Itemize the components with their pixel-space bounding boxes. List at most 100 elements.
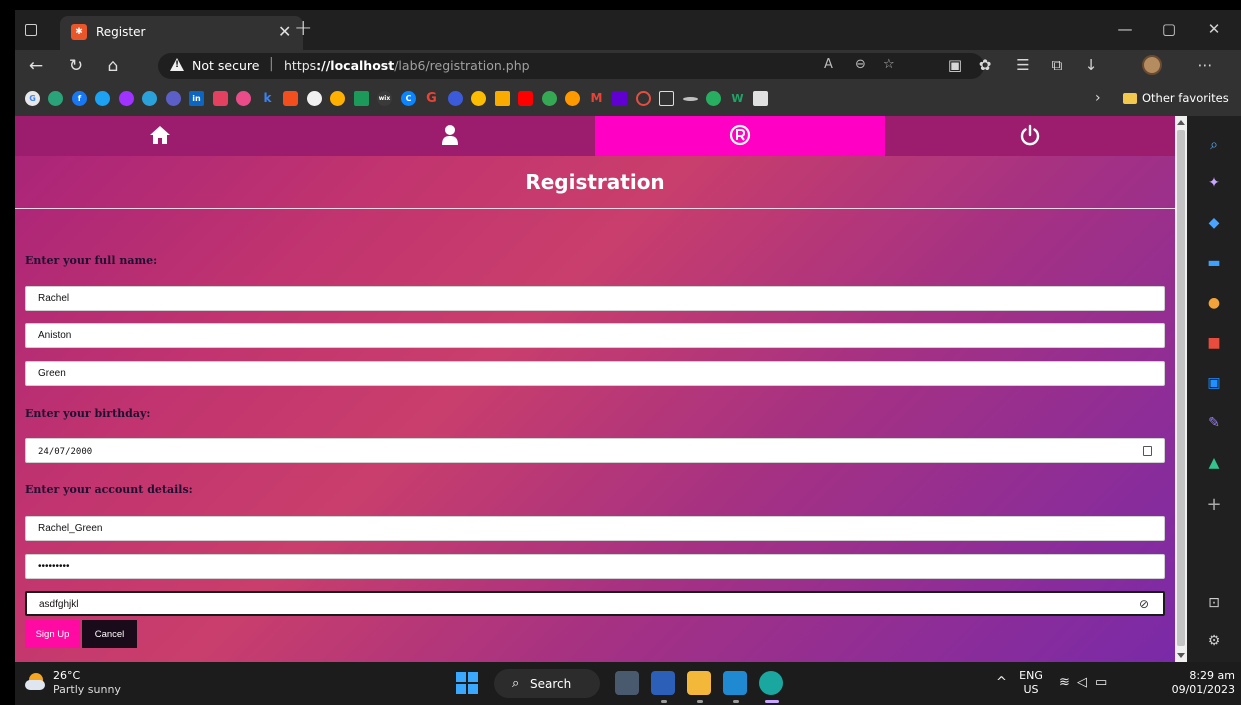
word-icon[interactable]	[651, 671, 675, 695]
tab-register[interactable]: ✱ Register ✕	[60, 16, 303, 50]
not-secure-label[interactable]: Not secure	[192, 58, 259, 73]
add-sidebar-item-icon[interactable]: +	[1205, 496, 1223, 514]
scroll-up-arrow-icon[interactable]	[1177, 120, 1185, 125]
language-top[interactable]: ENG	[1016, 669, 1046, 682]
github-fav-icon[interactable]	[307, 91, 322, 106]
messenger-fav-icon[interactable]	[119, 91, 134, 106]
weather-description[interactable]: Partly sunny	[53, 683, 121, 696]
windows-start-icon[interactable]	[456, 672, 478, 694]
w-fav-icon[interactable]: W	[730, 91, 745, 106]
facebook-fav-icon[interactable]: f	[72, 91, 87, 106]
close-window-icon[interactable]: ✕	[1204, 20, 1224, 38]
warning-icon[interactable]	[170, 58, 184, 71]
fav-icon-24[interactable]	[565, 91, 580, 106]
tree-icon[interactable]: ▲	[1205, 454, 1223, 472]
copilot-icon[interactable]: ✦	[1205, 174, 1223, 192]
fav-icon-32[interactable]	[753, 91, 768, 106]
outlook-icon[interactable]: ▣	[1205, 374, 1223, 392]
nav-profile[interactable]	[305, 116, 595, 156]
signup-button[interactable]: Sign Up	[25, 620, 80, 648]
cancel-button[interactable]: Cancel	[82, 620, 137, 648]
immersive-reader-icon[interactable]: ▣	[945, 56, 965, 74]
google-fav-icon[interactable]: G	[25, 91, 40, 106]
downloads-icon[interactable]: ↓	[1081, 56, 1101, 74]
fav-icon-2[interactable]	[48, 91, 63, 106]
middle-name-input[interactable]: Aniston	[25, 323, 1165, 348]
tray-overflow-chevron-icon[interactable]: ^	[996, 675, 1007, 690]
shopping-tag-icon[interactable]: ◆	[1205, 214, 1223, 232]
drive-fav-icon[interactable]	[471, 91, 486, 106]
url-text[interactable]: https://localhost/lab6/registration.php	[284, 58, 530, 73]
figma-fav-icon[interactable]	[283, 91, 298, 106]
c-fav-icon[interactable]: C	[401, 91, 416, 106]
address-bar[interactable]: Not secure | https://localhost/lab6/regi…	[158, 53, 984, 79]
volume-icon[interactable]: ◁	[1077, 675, 1087, 690]
youtube-fav-icon[interactable]	[518, 91, 533, 106]
settings-gear-icon[interactable]: ⚙	[1205, 632, 1223, 650]
fav-icon-15[interactable]	[354, 91, 369, 106]
fav-icon-30[interactable]	[706, 91, 721, 106]
play-fav-icon[interactable]	[542, 91, 557, 106]
taskbar-search[interactable]: ⌕ Search	[494, 669, 600, 698]
sidebar-collapse-icon[interactable]: ⊡	[1205, 594, 1223, 612]
nav-logout[interactable]	[885, 116, 1175, 156]
favorites-overflow-chevron-icon[interactable]: ›	[1095, 90, 1101, 106]
office-icon[interactable]: ■	[1205, 334, 1223, 352]
nav-register[interactable]	[595, 116, 885, 156]
minimize-icon[interactable]: —	[1115, 20, 1135, 38]
tab-close-icon[interactable]: ✕	[278, 22, 291, 41]
weather-temperature[interactable]: 26°C	[53, 669, 80, 682]
clock-time[interactable]: 8:29 am	[1171, 669, 1235, 682]
infinity-fav-icon[interactable]	[330, 91, 345, 106]
file-explorer-icon[interactable]	[687, 671, 711, 695]
birthday-input[interactable]: 24/07/2000	[25, 438, 1165, 463]
vscode-icon[interactable]	[723, 671, 747, 695]
nav-home[interactable]	[15, 116, 305, 156]
collections-icon[interactable]: ⧉	[1047, 56, 1067, 74]
dribbble-fav-icon[interactable]	[236, 91, 251, 106]
clock-date[interactable]: 09/01/2023	[1155, 683, 1235, 696]
refresh-icon[interactable]: ↻	[65, 56, 87, 76]
other-favorites-link[interactable]: Other favorites	[1142, 91, 1229, 105]
add-favorite-icon[interactable]: ☆	[883, 57, 895, 72]
gmail-fav-icon[interactable]: M	[589, 91, 604, 106]
scroll-thumb[interactable]	[1177, 130, 1185, 646]
restore-icon[interactable]: ▢	[1159, 20, 1179, 38]
tools-icon[interactable]: ▬	[1205, 254, 1223, 272]
last-name-input[interactable]: Green	[25, 361, 1165, 386]
new-tab-icon[interactable]: +	[294, 16, 312, 41]
yahoo-fav-icon[interactable]	[612, 91, 627, 106]
home-browser-icon[interactable]: ⌂	[102, 56, 124, 76]
zoom-icon[interactable]: ⊖	[855, 57, 866, 72]
k-fav-icon[interactable]: k	[260, 91, 275, 106]
favorites-icon[interactable]: ☰	[1013, 56, 1033, 74]
page-scrollbar[interactable]	[1175, 116, 1187, 662]
wifi-icon[interactable]: ≋	[1059, 675, 1070, 690]
instagram-fav-icon[interactable]	[213, 91, 228, 106]
page-fav-icon[interactable]	[659, 91, 674, 106]
twitter-fav-icon[interactable]	[95, 91, 110, 106]
search-icon[interactable]: ⌕	[1205, 136, 1223, 154]
keep-fav-icon[interactable]	[495, 91, 510, 106]
more-options-icon[interactable]: ⋯	[1195, 56, 1215, 74]
hide-password-icon[interactable]: ⊘	[1139, 597, 1149, 611]
language-bottom[interactable]: US	[1016, 683, 1046, 696]
read-aloud-icon[interactable]: A	[824, 57, 833, 72]
telegram-fav-icon[interactable]	[142, 91, 157, 106]
wix-fav-icon[interactable]: wix	[377, 91, 392, 106]
linkedin-fav-icon[interactable]: in	[189, 91, 204, 106]
task-view-icon[interactable]	[615, 671, 639, 695]
fav-icon-29[interactable]	[683, 97, 698, 101]
first-name-input[interactable]: Rachel	[25, 286, 1165, 311]
profile-avatar[interactable]	[1142, 55, 1162, 75]
username-input[interactable]: Rachel_Green	[25, 516, 1165, 541]
tab-actions-icon[interactable]	[25, 24, 37, 36]
password-input[interactable]: •••••••••	[25, 554, 1165, 579]
back-icon[interactable]: ←	[25, 56, 47, 76]
extensions-icon[interactable]: ✿	[975, 56, 995, 74]
weather-icon[interactable]	[25, 673, 45, 691]
google-fav-icon-2[interactable]: G	[424, 91, 439, 106]
teams-fav-icon[interactable]	[166, 91, 181, 106]
calendar-icon[interactable]	[1143, 446, 1152, 456]
edit-icon[interactable]: ✎	[1205, 414, 1223, 432]
